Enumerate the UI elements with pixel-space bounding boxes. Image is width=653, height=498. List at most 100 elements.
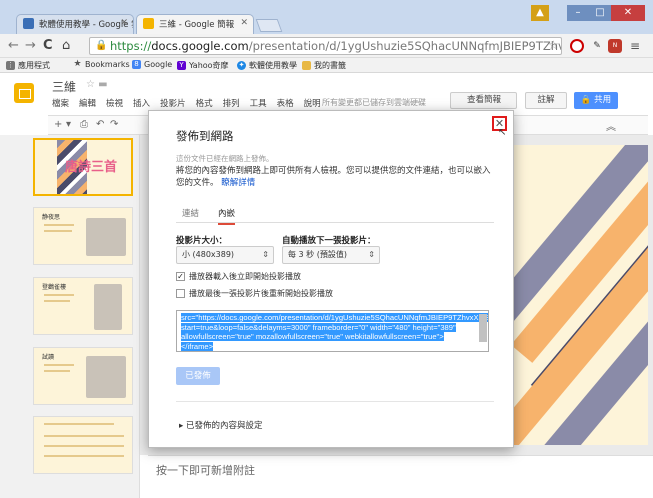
home-icon[interactable]: ⌂	[62, 38, 70, 53]
title-icons: ☆ ▬	[86, 79, 108, 90]
published-settings-toggle[interactable]: ▸ 已發佈的內容與設定	[179, 419, 263, 431]
menu-table[interactable]: 表格	[277, 97, 294, 109]
bookmark-software-blog[interactable]: ✦ 軟體使用教學	[237, 60, 297, 71]
menu-tools[interactable]: 工具	[250, 97, 267, 109]
new-slide-icon[interactable]: +	[54, 119, 62, 130]
menu-hamburger-icon[interactable]: ≡	[628, 39, 642, 53]
comments-button[interactable]: 註解	[525, 92, 567, 109]
close-tab-icon[interactable]: ✕	[120, 18, 128, 28]
blog-favicon-icon	[23, 18, 34, 29]
autoplay-value: 每 3 秒 (預設值)	[288, 250, 347, 259]
published-status: 這份文件已經在網路上發佈。	[176, 154, 274, 163]
bookmarks-bar: ⋮ 應用程式 ★ Bookmarks 8 Google Y Yahoo奇摩 ✦ …	[0, 58, 653, 73]
current-slide[interactable]	[508, 145, 648, 445]
dialog-title: 發佈到網路	[176, 129, 234, 143]
text-line	[44, 294, 74, 296]
collapse-chevron-icon[interactable]: ︽	[606, 118, 616, 133]
embed-code-textarea[interactable]: src="https://docs.google.com/presentatio…	[176, 310, 489, 352]
autoplay-select[interactable]: 每 3 秒 (預設值) ⇕	[282, 246, 380, 264]
extension-puzzle-icon[interactable]: ✎	[590, 39, 604, 53]
slide-thumbnail-1[interactable]: 唐詩三首	[33, 138, 133, 196]
textarea-scrollbar[interactable]	[479, 314, 487, 342]
present-button[interactable]: 查看簡報	[450, 92, 517, 109]
mouse-cursor-icon: ↖	[498, 127, 507, 138]
slides-favicon-icon	[143, 18, 154, 29]
loop-option[interactable]: 播放最後一張投影片後重新開始投影播放	[176, 288, 333, 299]
slides-logo-icon[interactable]	[14, 83, 34, 103]
slide-filmstrip: 1 唐詩三首 2 静夜思 3 登鸛雀樓 4 試讀 5	[0, 135, 140, 498]
dropdown-arrow-icon[interactable]: ▾	[66, 119, 71, 130]
browser-tab-blog[interactable]: 軟體使用教學 - Google 雲 ✕	[16, 14, 134, 34]
speaker-notes[interactable]: 按一下即可新增附註	[148, 455, 653, 498]
tab-link[interactable]: 連結	[182, 207, 199, 223]
print-icon[interactable]: ⎙	[80, 119, 88, 130]
back-arrow-icon[interactable]: ←	[8, 38, 19, 53]
redo-icon[interactable]: ↷	[110, 119, 118, 130]
minimize-icon[interactable]: –	[567, 5, 589, 21]
menu-view[interactable]: 檢視	[106, 97, 123, 109]
checked-checkbox-icon[interactable]: ✓	[176, 272, 185, 281]
slide-size-value: 小 (480x389)	[182, 250, 235, 259]
bookmark-star-icon[interactable]: ☆	[548, 38, 559, 52]
extension-o-icon[interactable]	[570, 39, 584, 53]
url-path: /presentation/d/1ygUshuzie5SQhacUNNqfmJB…	[248, 39, 561, 53]
browser-titlebar: 軟體使用教學 - Google 雲 ✕ 三維 - Google 簡報 ✕ ▲ –…	[0, 0, 653, 34]
browser-tab-slides[interactable]: 三維 - Google 簡報 ✕	[136, 14, 254, 34]
document-title[interactable]: 三維	[52, 78, 76, 95]
bookmark-my-folder[interactable]: 我的書籤	[302, 60, 346, 71]
bookmark-bookmarks[interactable]: ★ Bookmarks	[73, 59, 129, 70]
triangle-right-icon: ▸	[179, 421, 184, 431]
undo-icon[interactable]: ↶	[96, 119, 104, 130]
url-scheme: https://	[110, 39, 152, 53]
address-bar[interactable]: 🔒 https://docs.google.com/presentation/d…	[89, 37, 562, 55]
divider	[176, 401, 494, 402]
menu-file[interactable]: 檔案	[52, 97, 69, 109]
menu-insert[interactable]: 插入	[133, 97, 150, 109]
bookmark-google[interactable]: 8 Google	[132, 60, 172, 69]
start-on-load-option[interactable]: ✓ 播放器載入後立即開始投影播放	[176, 271, 301, 282]
slide-thumbnail-4[interactable]: 試讀	[33, 347, 133, 405]
unchecked-checkbox-icon[interactable]	[176, 289, 185, 298]
slide-title: 静夜思	[42, 214, 61, 221]
extension-new-icon[interactable]: N	[608, 39, 622, 53]
menu-slide[interactable]: 投影片	[160, 97, 186, 109]
option-label: 播放最後一張投影片後重新開始投影播放	[189, 289, 333, 298]
forward-arrow-icon[interactable]: →	[25, 38, 36, 53]
menu-arrange[interactable]: 排列	[223, 97, 240, 109]
slide-thumbnail-5[interactable]	[33, 416, 133, 474]
text-line	[44, 224, 74, 226]
new-tab-button[interactable]	[255, 19, 283, 32]
menu-format[interactable]: 格式	[196, 97, 213, 109]
yahoo-icon: Y	[177, 61, 186, 70]
lock-icon: 🔒	[95, 40, 108, 51]
folder-icon	[302, 61, 311, 70]
user-profile-icon[interactable]: ▲	[531, 5, 549, 21]
learn-more-link[interactable]: 瞭解詳情	[221, 178, 255, 188]
text-line	[44, 370, 70, 372]
slide-thumbnail-2[interactable]: 静夜思	[33, 207, 133, 265]
menu-help[interactable]: 說明	[304, 97, 321, 109]
slides-header: 三維 ☆ ▬ 檔案 編輯 檢視 插入 投影片 格式 排列 工具 表格 說明 所有…	[0, 73, 653, 115]
star-icon[interactable]: ☆	[86, 79, 95, 90]
text-line	[44, 364, 74, 366]
share-button[interactable]: 🔒 共用	[574, 92, 618, 109]
folder-icon[interactable]: ▬	[98, 79, 107, 90]
bookmark-apps[interactable]: ⋮ 應用程式	[6, 60, 50, 71]
close-tab-icon[interactable]: ✕	[240, 18, 248, 28]
apps-grid-icon: ⋮	[6, 61, 15, 70]
slide-size-label: 投影片大小：	[176, 236, 228, 246]
slide-size-select[interactable]: 小 (480x389) ⇕	[176, 246, 274, 264]
slide-title: 登鸛雀樓	[42, 284, 67, 291]
text-line	[44, 300, 70, 302]
window-controls: ▲ – □ ✕	[531, 5, 645, 21]
star-icon: ★	[73, 59, 82, 69]
maximize-icon[interactable]: □	[589, 5, 611, 21]
slide-thumbnail-3[interactable]: 登鸛雀樓	[33, 277, 133, 335]
bookmark-yahoo[interactable]: Y Yahoo奇摩	[177, 60, 229, 71]
embed-code-text: src="https://docs.google.com/presentatio…	[181, 313, 488, 351]
reload-icon[interactable]: C	[43, 38, 53, 53]
updown-arrow-icon: ⇕	[262, 250, 269, 259]
tab-embed[interactable]: 內嵌	[218, 207, 236, 225]
close-window-icon[interactable]: ✕	[611, 5, 645, 21]
menu-edit[interactable]: 編輯	[79, 97, 96, 109]
